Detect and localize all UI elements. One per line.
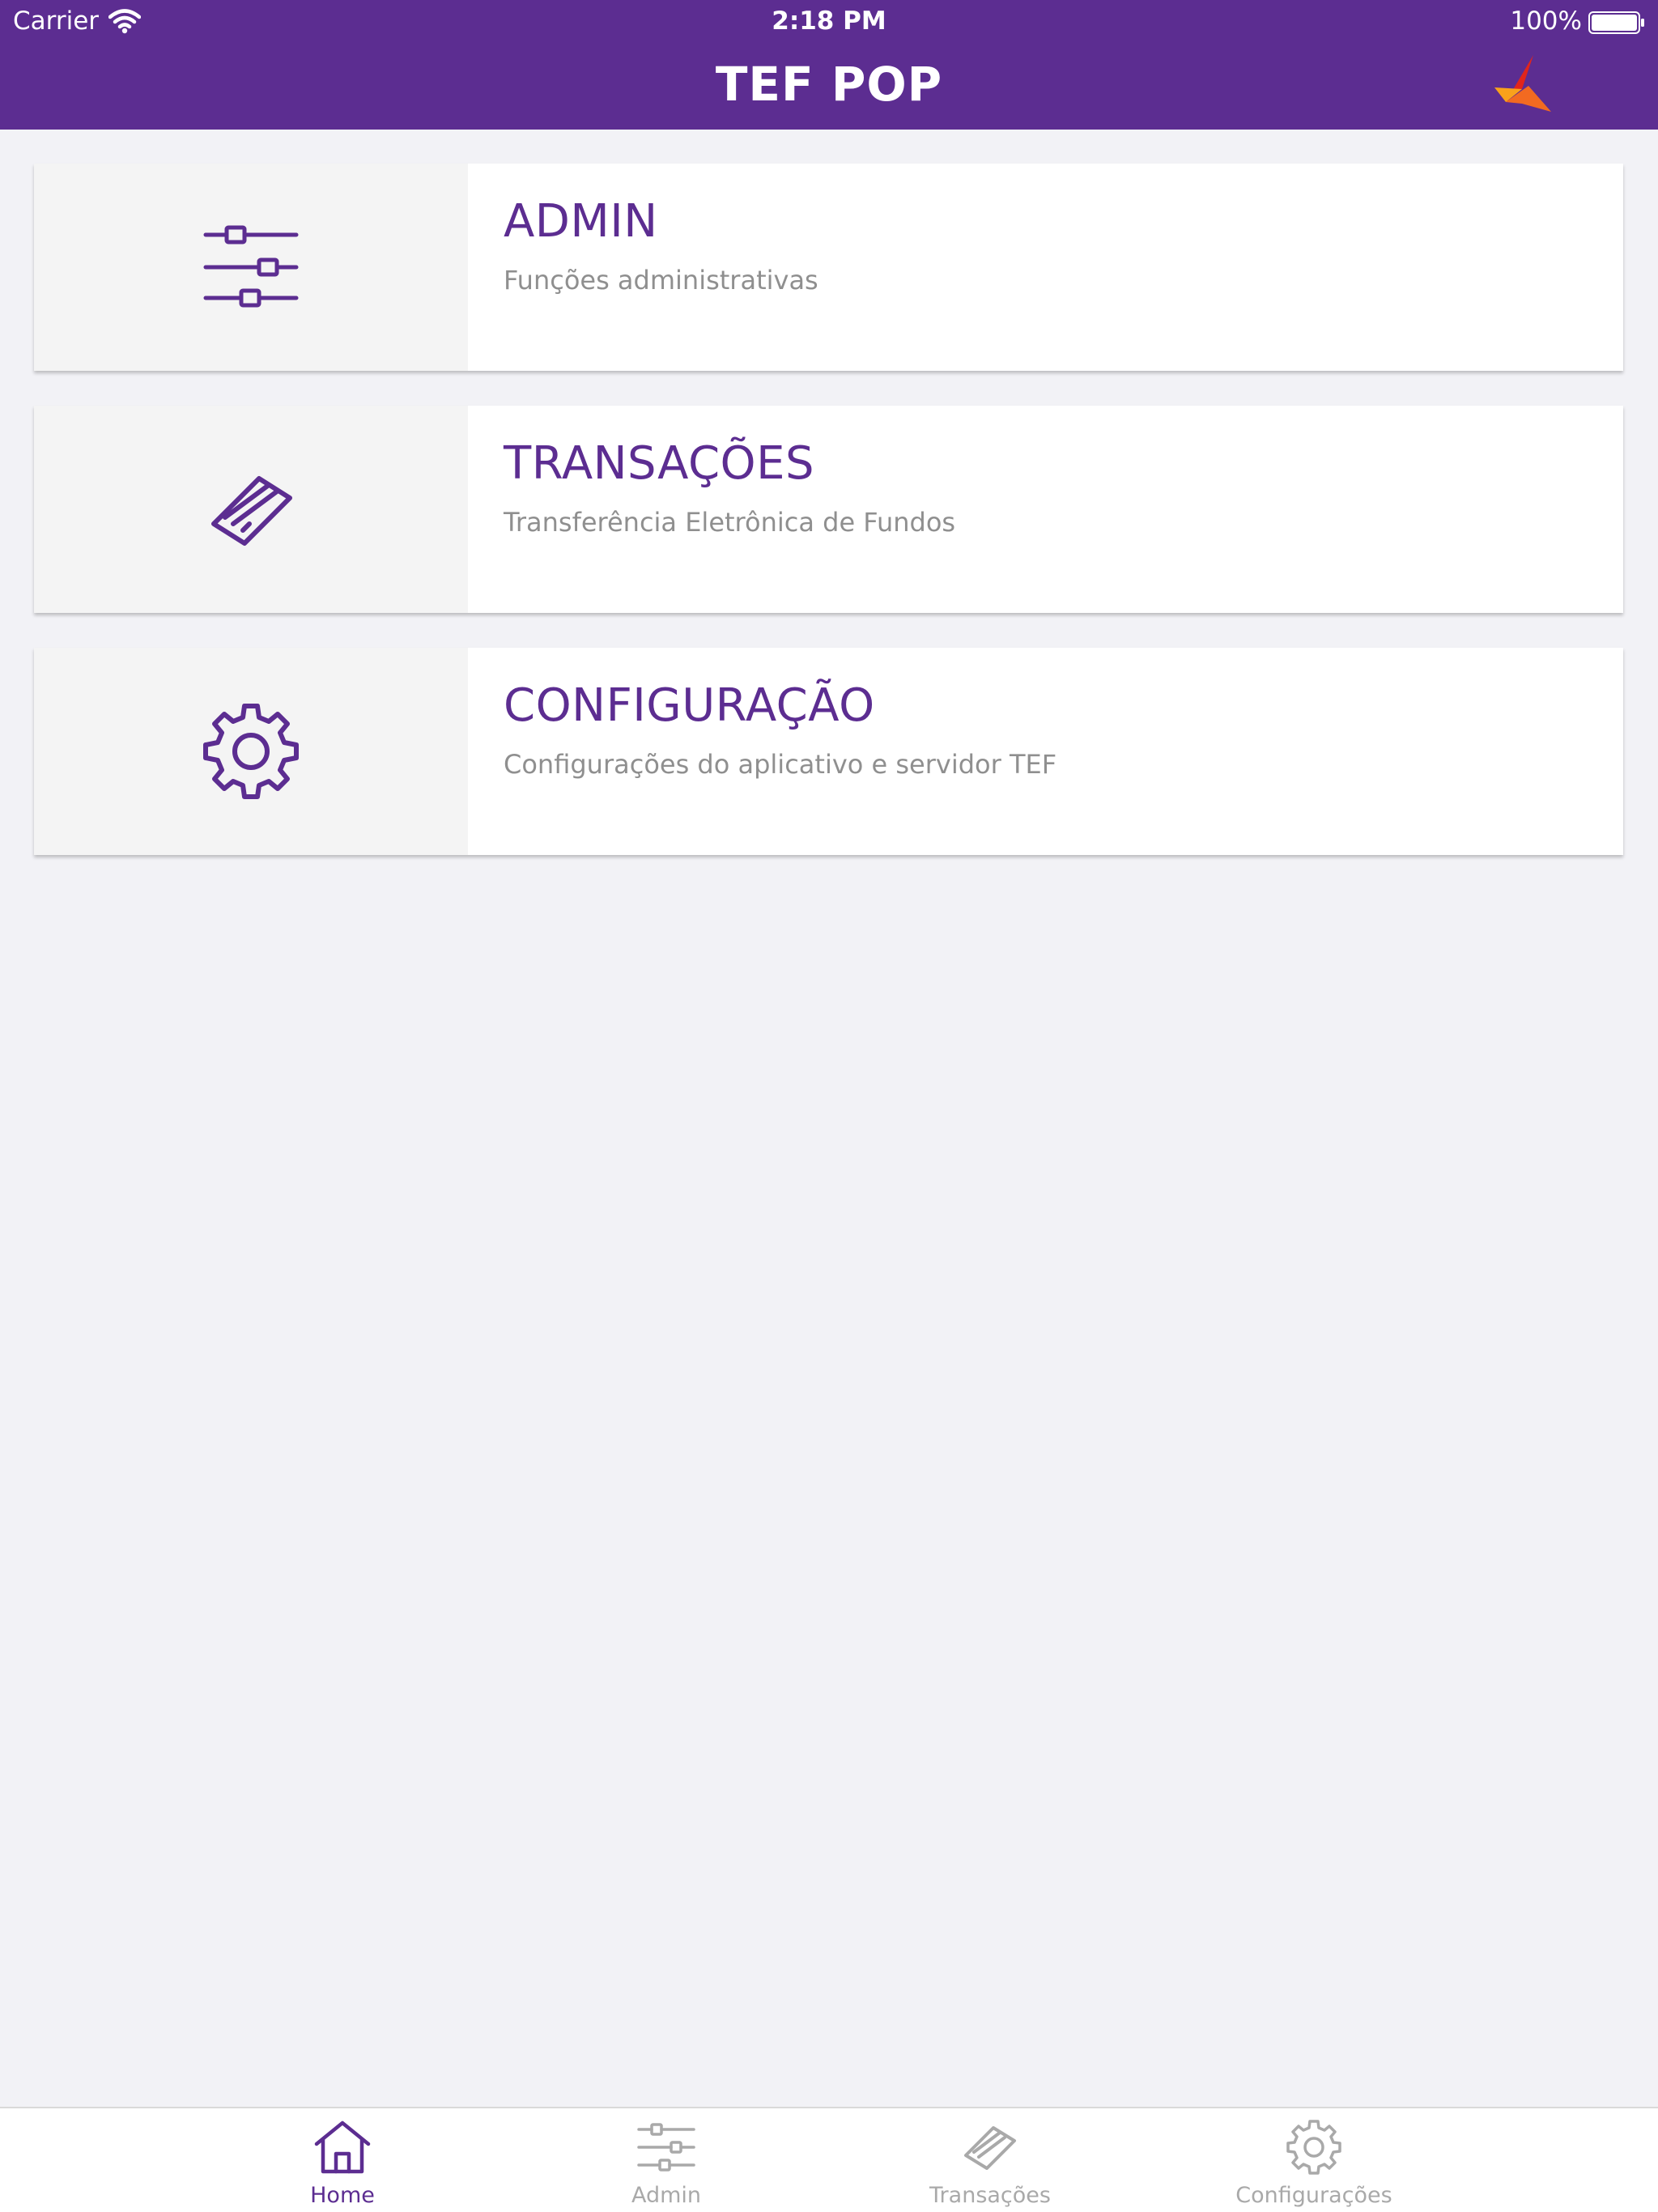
card-subtitle: Funções administrativas bbox=[504, 265, 818, 296]
battery-icon bbox=[1588, 11, 1644, 34]
card-text: ADMIN Funções administrativas bbox=[468, 164, 818, 371]
card-title: CONFIGURAÇÃO bbox=[504, 679, 875, 732]
tab-label: Configurações bbox=[1235, 2183, 1392, 2208]
sliders-icon bbox=[637, 2123, 695, 2172]
card-subtitle: Configurações do aplicativo e servidor T… bbox=[504, 749, 1057, 780]
gear-icon bbox=[1286, 2120, 1341, 2175]
card-icon-panel bbox=[34, 164, 468, 371]
card-text: CONFIGURAÇÃO Configurações do aplicativo… bbox=[468, 648, 1056, 855]
tab-label: Transações bbox=[929, 2183, 1051, 2208]
menu-card-transacoes[interactable]: TRANSAÇÕES Transferência Eletrônica de F… bbox=[34, 406, 1623, 613]
gear-icon bbox=[203, 704, 299, 799]
status-bar: Carrier 2:18 PM 100% bbox=[0, 0, 1658, 45]
card-text: TRANSAÇÕES Transferência Eletrônica de F… bbox=[468, 406, 955, 613]
card-title: TRANSAÇÕES bbox=[504, 437, 815, 490]
sliders-icon bbox=[203, 225, 299, 308]
menu-card-admin[interactable]: ADMIN Funções administrativas bbox=[34, 164, 1623, 371]
status-time: 2:18 PM bbox=[772, 6, 886, 36]
page-title: TEF POP bbox=[715, 57, 943, 112]
battery-percentage: 100% bbox=[1510, 6, 1582, 36]
tab-home[interactable]: Home bbox=[253, 2120, 432, 2209]
tef-pop-logo-icon bbox=[1494, 55, 1551, 112]
card-subtitle: Transferência Eletrônica de Fundos bbox=[504, 507, 956, 538]
card-icon-panel bbox=[34, 648, 468, 855]
card-icon-panel bbox=[34, 406, 468, 613]
tab-admin[interactable]: Admin bbox=[577, 2120, 755, 2209]
tab-configuracoes[interactable]: Configurações bbox=[1225, 2120, 1403, 2209]
tab-label: Home bbox=[310, 2183, 375, 2208]
menu-card-configuracao[interactable]: CONFIGURAÇÃO Configurações do aplicativo… bbox=[34, 648, 1623, 855]
navigation-bar: Carrier 2:18 PM 100% TEF POP bbox=[0, 0, 1658, 130]
tab-bar: Home Admin Transações Configurações bbox=[0, 2107, 1658, 2212]
home-icon bbox=[314, 2121, 371, 2174]
card-title: ADMIN bbox=[504, 195, 658, 248]
home-screen: Carrier 2:18 PM 100% TEF POP ADMIN Funçõ… bbox=[0, 0, 1658, 2212]
card-icon bbox=[211, 476, 292, 546]
card-icon bbox=[964, 2126, 1016, 2170]
tab-label: Admin bbox=[631, 2183, 702, 2208]
tab-transacoes[interactable]: Transações bbox=[901, 2120, 1079, 2209]
